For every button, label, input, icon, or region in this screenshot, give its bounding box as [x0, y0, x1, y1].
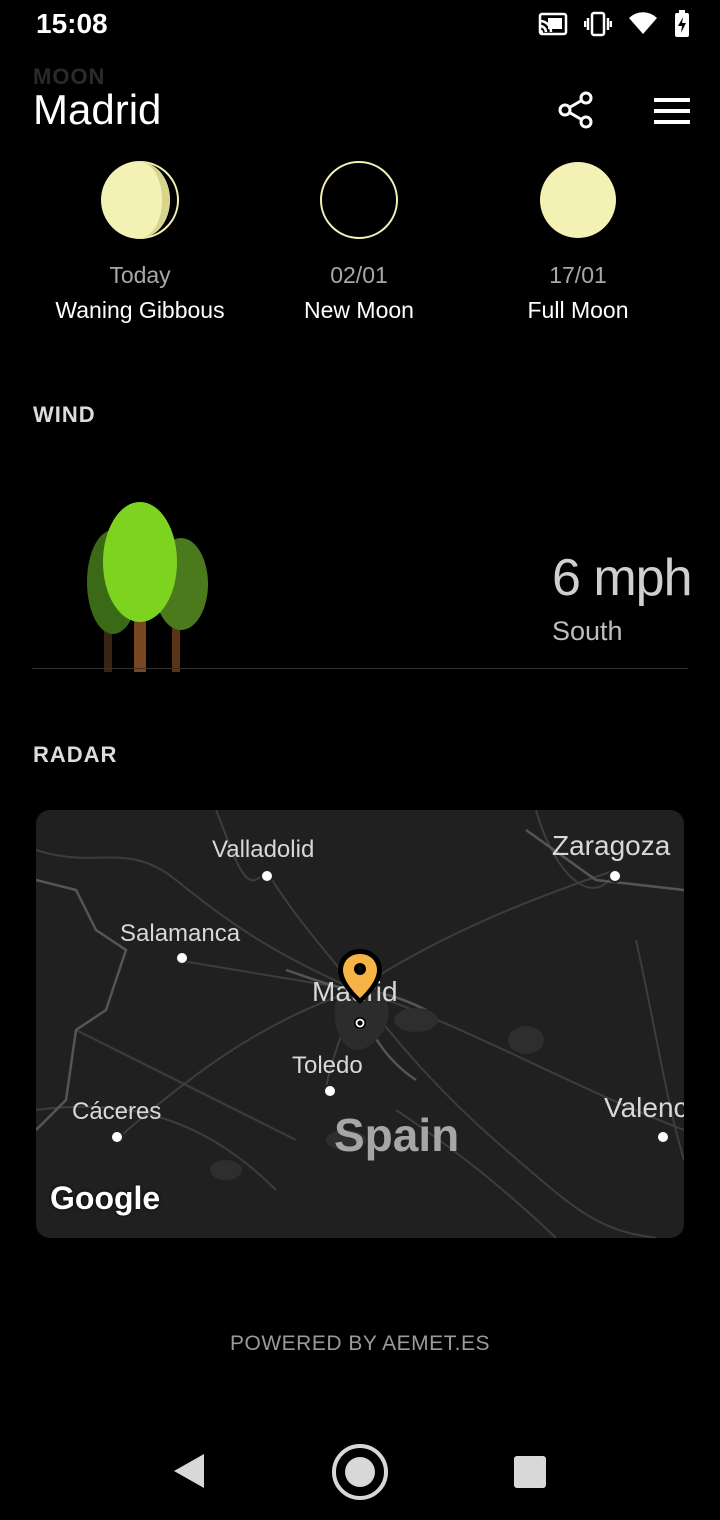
full-moon-icon	[538, 160, 618, 240]
nav-home-button[interactable]	[330, 1442, 390, 1507]
nav-recents-button[interactable]	[514, 1456, 546, 1488]
map-city-dot	[110, 1130, 124, 1144]
map-label-country: Spain	[334, 1109, 460, 1161]
map-label-valladolid: Valladolid	[212, 836, 315, 863]
wind-trees-illustration	[80, 490, 220, 672]
moon-phase-full: 17/01 Full Moon	[468, 160, 688, 324]
status-time: 15:08	[36, 8, 108, 39]
map-city-dot	[656, 1130, 670, 1144]
new-moon-icon	[319, 160, 399, 240]
map-label-salamanca: Salamanca	[120, 920, 241, 947]
map-city-dot	[608, 869, 622, 883]
map-city-dot	[175, 951, 189, 965]
waning-gibbous-icon	[100, 160, 180, 240]
cast-icon	[538, 12, 568, 36]
moon-phase-name: Waning Gibbous	[55, 297, 225, 323]
moon-day: 17/01	[549, 262, 607, 288]
moon-phases: Today Waning Gibbous 02/01 New Moon 17/0…	[30, 160, 690, 330]
wind-divider	[32, 668, 688, 669]
moon-phase-today: Today Waning Gibbous	[30, 160, 250, 324]
map-label-toledo: Toledo	[292, 1052, 363, 1079]
nav-back-button[interactable]	[172, 1452, 206, 1495]
vibrate-icon	[584, 11, 612, 37]
moon-phase-name: Full Moon	[527, 297, 629, 323]
city-title: Madrid	[33, 86, 162, 133]
radar-section-title: RADAR	[33, 742, 118, 767]
radar-map[interactable]: Valladolid Zaragoza Salamanca Madrid Tol…	[36, 810, 684, 1238]
share-button[interactable]	[556, 90, 596, 130]
moon-phase-new: 02/01 New Moon	[249, 160, 469, 324]
moon-phase-name: New Moon	[304, 297, 414, 323]
map-label-zaragoza: Zaragoza	[552, 830, 671, 861]
wind-section-title: WIND	[33, 402, 96, 427]
google-logo: Google	[50, 1180, 161, 1216]
map-label-caceres: Cáceres	[72, 1098, 162, 1125]
location-pin-icon[interactable]	[335, 946, 385, 1032]
map-label-valencia: Valenc	[604, 1092, 684, 1123]
menu-button[interactable]	[652, 94, 692, 128]
wind-speed: 6 mph	[552, 549, 693, 607]
back-icon	[174, 1454, 204, 1488]
moon-day: 02/01	[330, 262, 388, 288]
map-city-dot	[323, 1084, 337, 1098]
battery-charging-icon	[674, 10, 690, 38]
menu-icon	[654, 98, 690, 124]
map-city-dot	[260, 869, 274, 883]
wind-direction: South	[552, 616, 623, 646]
powered-by: POWERED BY AEMET.ES	[229, 1332, 490, 1355]
home-icon	[332, 1444, 388, 1500]
share-icon	[558, 91, 593, 129]
wifi-icon	[628, 12, 658, 36]
status-icons	[538, 10, 690, 38]
moon-day: Today	[109, 262, 171, 288]
